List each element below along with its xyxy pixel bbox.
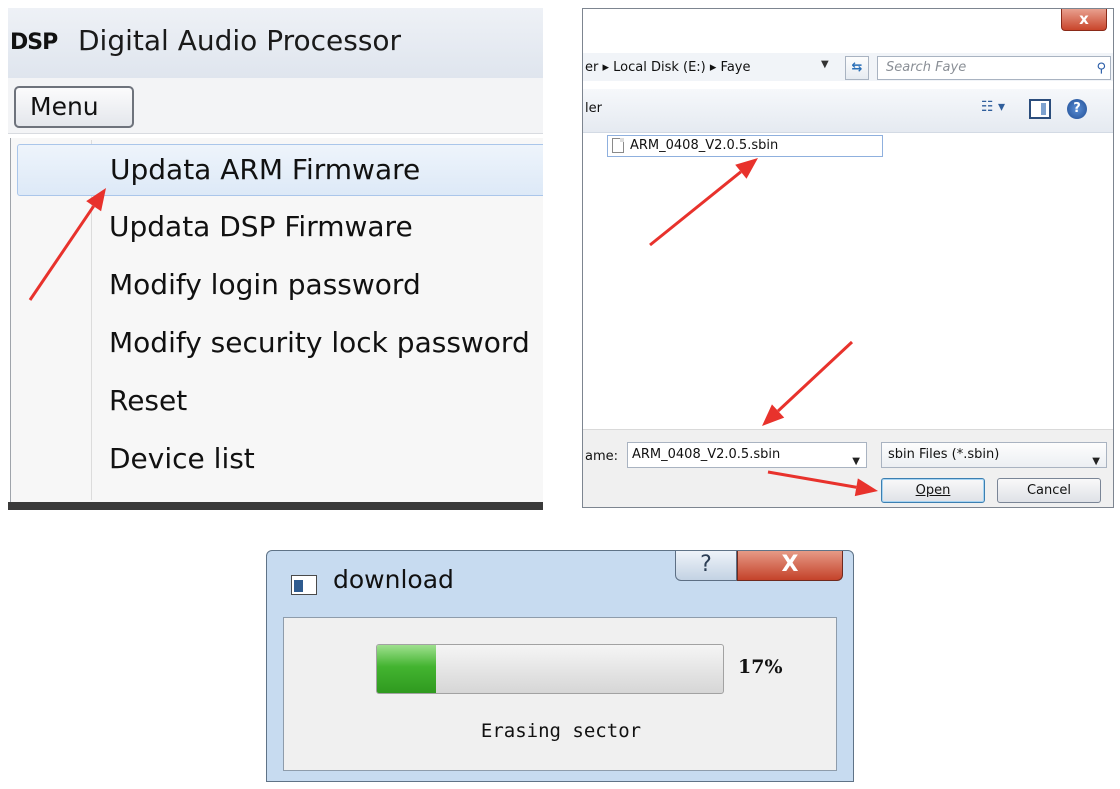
- file-list-item[interactable]: ARM_0408_V2.0.5.sbin: [607, 135, 883, 157]
- dialog-toolbar: ler ☷ ▾ ?: [583, 89, 1113, 133]
- chevron-down-icon[interactable]: ▼: [1092, 450, 1100, 474]
- menu-item-modify-login-password[interactable]: Modify login password: [17, 260, 543, 312]
- chevron-down-icon[interactable]: ▼: [852, 450, 860, 474]
- close-button[interactable]: X: [737, 551, 843, 581]
- menu-button[interactable]: Menu: [14, 86, 134, 128]
- app-window-menu: DSP Digital Audio Processor Menu Updata …: [8, 8, 543, 510]
- menu-item-device-list[interactable]: Device list: [17, 434, 543, 486]
- window-icon: [291, 575, 317, 595]
- app-titlebar: DSP Digital Audio Processor: [8, 8, 543, 78]
- help-button[interactable]: ?: [675, 551, 737, 581]
- dialog-body: 17% Erasing sector: [283, 617, 837, 771]
- menu-item-updata-dsp-firmware[interactable]: Updata DSP Firmware: [17, 202, 543, 254]
- chevron-down-icon[interactable]: ▼: [821, 59, 829, 70]
- search-placeholder: Search Faye: [886, 60, 967, 75]
- refresh-icon[interactable]: ⇆: [845, 56, 869, 80]
- help-icon[interactable]: ?: [1067, 99, 1087, 119]
- cancel-button[interactable]: Cancel: [997, 478, 1101, 503]
- filename-label: ame:: [585, 449, 619, 464]
- menu-bar: Menu: [8, 78, 543, 134]
- app-logo: DSP: [10, 30, 58, 55]
- filename-value: ARM_0408_V2.0.5.sbin: [632, 447, 781, 462]
- progress-bar-fill: [377, 645, 436, 693]
- app-title: Digital Audio Processor: [78, 24, 402, 57]
- progress-percent: 17%: [738, 656, 783, 678]
- download-dialog: download ? X 17% Erasing sector: [266, 550, 854, 782]
- new-folder-button-fragment[interactable]: ler: [585, 101, 602, 116]
- preview-pane-icon[interactable]: [1029, 99, 1051, 119]
- change-view-icon[interactable]: ☷ ▾: [981, 99, 1017, 121]
- open-label: Open: [915, 483, 951, 498]
- tutorial-screenshot-composite: DSP Digital Audio Processor Menu Updata …: [0, 0, 1120, 789]
- progress-bar: [376, 644, 724, 694]
- file-icon: [612, 138, 624, 153]
- menu-item-updata-arm-firmware[interactable]: Updata ARM Firmware: [17, 144, 543, 196]
- menu-dropdown: Updata ARM Firmware Updata DSP Firmware …: [10, 138, 543, 510]
- search-icon[interactable]: ⚲: [1096, 58, 1106, 80]
- app-statusbar-edge: [8, 502, 543, 510]
- status-text: Erasing sector: [480, 720, 642, 742]
- dialog-close-button[interactable]: x: [1061, 9, 1107, 31]
- search-input[interactable]: Search Faye ⚲: [877, 56, 1111, 80]
- filename-field[interactable]: ARM_0408_V2.0.5.sbin ▼: [627, 442, 867, 468]
- file-name: ARM_0408_V2.0.5.sbin: [630, 138, 779, 153]
- menu-item-modify-security-lock-password[interactable]: Modify security lock password: [17, 318, 543, 370]
- open-file-dialog: x er ▸ Local Disk (E:) ▸ Faye ▼ ⇆ Search…: [582, 8, 1114, 508]
- filetype-select[interactable]: sbin Files (*.sbin) ▼: [881, 442, 1107, 468]
- dialog-title: download: [333, 565, 454, 594]
- filetype-value: sbin Files (*.sbin): [888, 447, 1000, 462]
- open-button[interactable]: Open: [881, 478, 985, 503]
- menu-item-reset[interactable]: Reset: [17, 376, 543, 428]
- breadcrumb[interactable]: er ▸ Local Disk (E:) ▸ Faye: [585, 57, 855, 79]
